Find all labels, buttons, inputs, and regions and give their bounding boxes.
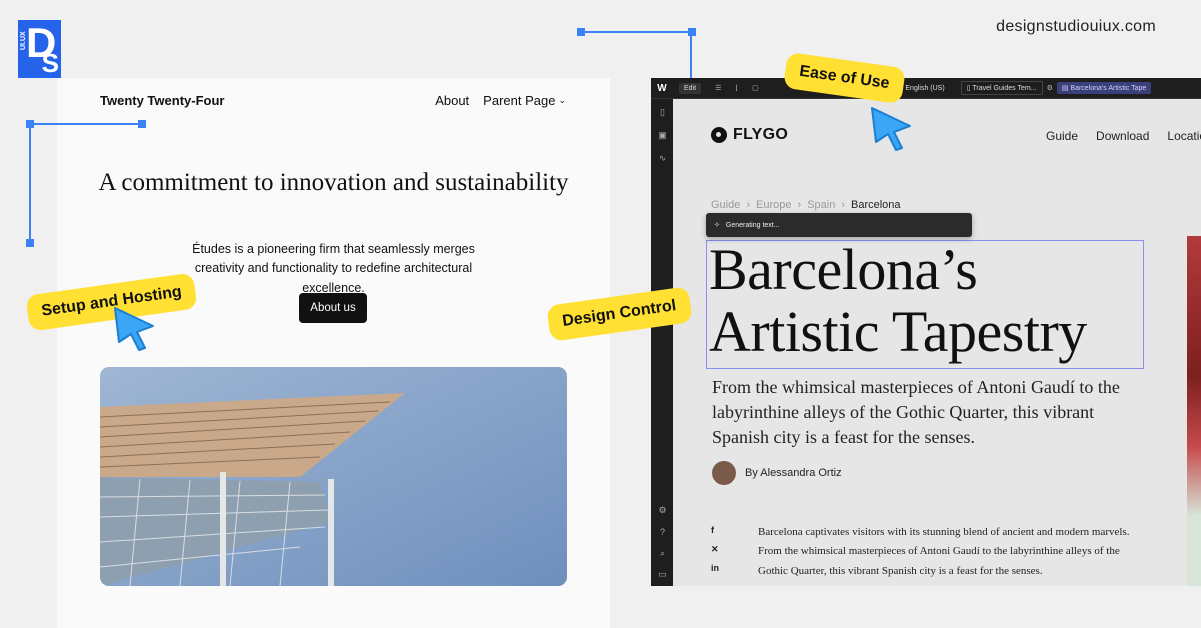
chevron-right-icon: › [746, 199, 751, 211]
selected-block-indicator[interactable]: ▤ Barcelona's Artistic Tape [1056, 82, 1152, 94]
image-icon[interactable]: ▣ [657, 130, 668, 141]
wordpress-logo-icon[interactable]: W [651, 83, 673, 94]
flygo-nav: Guide Download Location [1046, 129, 1201, 143]
sparkle-icon: ✧ [714, 222, 720, 229]
media-icon[interactable]: ▭ [657, 569, 668, 580]
nav-guide[interactable]: Guide [1046, 129, 1078, 143]
generating-text: Generating text... [725, 221, 780, 229]
crumb-guide[interactable]: Guide [711, 199, 740, 211]
chevron-down-icon: ⌄ [558, 95, 566, 105]
site-nav: About Parent Page ⌄ [435, 93, 566, 108]
editor-canvas: FLYGO Guide Download Location Guide › Eur… [673, 99, 1201, 586]
x-icon[interactable]: ✕ [711, 544, 723, 563]
linkedin-icon[interactable]: in [711, 563, 723, 582]
breadcrumb: Guide › Europe › Spain › Barcelona [711, 199, 901, 211]
flygo-name: FLYGO [733, 126, 789, 143]
hero-heading: A commitment to innovation and sustainab… [98, 169, 569, 196]
page-selector[interactable]: ▯ Travel Guides Tem... [960, 81, 1043, 95]
social-links: f ✕ in [711, 525, 723, 582]
crumb-spain[interactable]: Spain [807, 199, 835, 211]
edit-mode-button[interactable]: Edit [679, 82, 702, 94]
nav-about[interactable]: About [435, 93, 469, 108]
bracket-handle [688, 28, 696, 36]
domain-text: designstudiouiux.com [996, 18, 1156, 35]
activity-icon[interactable]: ∿ [657, 153, 668, 164]
editor-sidebar: ▯ ▣ ∿ ⚙ ? ⌕ ▭ [651, 99, 673, 586]
bracket-handle [26, 120, 34, 128]
settings-icon[interactable]: ⚙ [657, 505, 668, 516]
wordpress-preview-panel: Twenty Twenty-Four About Parent Page ⌄ A … [57, 78, 610, 628]
selection-bracket-left-h [30, 123, 142, 125]
nav-download[interactable]: Download [1096, 129, 1149, 143]
brand-logo: UI.UX D S [18, 20, 61, 78]
bracket-handle [138, 120, 146, 128]
selection-bracket-top-h [580, 31, 692, 33]
side-image [1187, 236, 1201, 586]
page-selector-label: Travel Guides Tem... [972, 85, 1037, 92]
flygo-logo[interactable]: FLYGO [711, 126, 788, 144]
bracket-handle [26, 239, 34, 247]
about-us-button[interactable]: About us [299, 293, 367, 323]
avatar [712, 461, 736, 485]
article-body[interactable]: Barcelona captivates visitors with its s… [758, 523, 1148, 581]
article-subtitle[interactable]: From the whimsical masterpieces of Anton… [712, 375, 1152, 449]
language-label: English (US) [905, 85, 945, 92]
editor-toolbar: W Edit ☰ ⌊ ▢ ◫ ◎ English (US) ▯ Travel G… [651, 78, 1201, 99]
hero-lead: Études is a pioneering firm that seamles… [192, 242, 475, 295]
article-title[interactable]: Barcelona’s Artistic Tapestry [709, 238, 1149, 363]
search-icon[interactable]: ⌕ [657, 548, 668, 559]
settings-icon[interactable]: ⚙ [1047, 84, 1053, 92]
ai-generating-tooltip: ✧ Generating text... [706, 213, 972, 237]
selected-block-label: Barcelona's Artistic Tape [1070, 85, 1147, 92]
logo-letter-s: S [41, 48, 59, 78]
chart-icon[interactable]: ⌊ [735, 84, 738, 92]
help-icon[interactable]: ? [657, 527, 668, 538]
site-title[interactable]: Twenty Twenty-Four [100, 93, 224, 108]
nav-location[interactable]: Location [1167, 129, 1201, 143]
bracket-handle [577, 28, 585, 36]
site-editor-window: W Edit ☰ ⌊ ▢ ◫ ◎ English (US) ▯ Travel G… [651, 78, 1201, 586]
facebook-icon[interactable]: f [711, 525, 723, 544]
chevron-right-icon: › [841, 199, 845, 211]
database-icon[interactable]: ☰ [715, 84, 721, 92]
page-icon[interactable]: ▯ [657, 107, 668, 118]
building-photo [100, 367, 567, 586]
nav-parent-page[interactable]: Parent Page ⌄ [483, 93, 566, 108]
chevron-right-icon: › [797, 199, 802, 211]
nav-parent-page-label: Parent Page [483, 93, 556, 108]
author-byline: By Alessandra Ortiz [712, 461, 842, 485]
author-name: By Alessandra Ortiz [745, 467, 842, 479]
cursor-icon [114, 307, 154, 351]
selection-bracket-left-v [29, 123, 31, 243]
cursor-icon [871, 107, 911, 151]
language-selector[interactable]: ◎ English (US) [897, 84, 944, 92]
layout-icon[interactable]: ▢ [752, 84, 759, 92]
crumb-barcelona: Barcelona [851, 199, 901, 211]
flygo-mark-icon [711, 127, 727, 143]
crumb-europe[interactable]: Europe [756, 199, 791, 211]
